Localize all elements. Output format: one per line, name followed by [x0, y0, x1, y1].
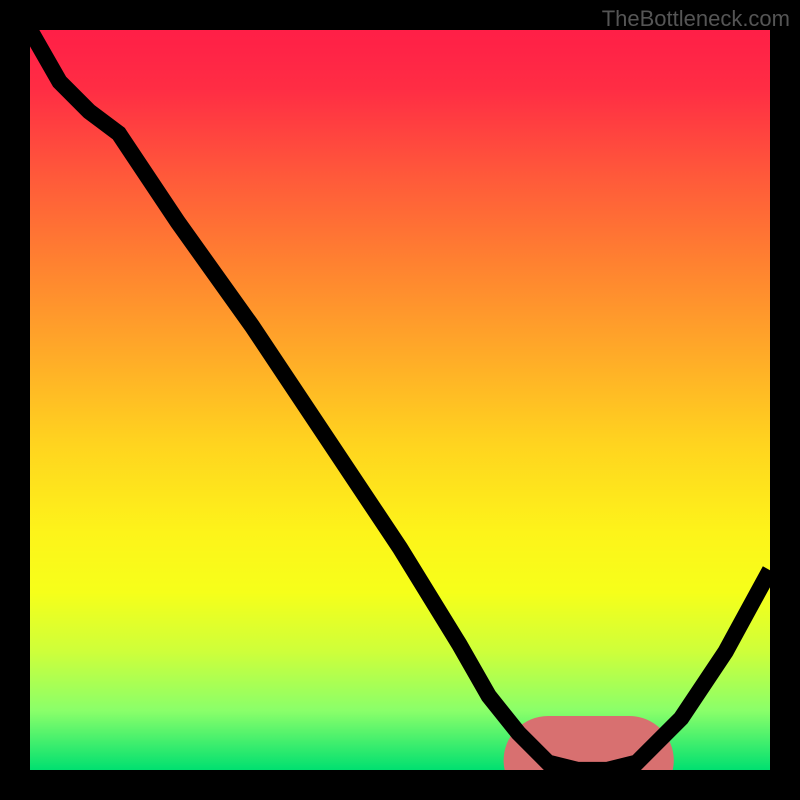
chart-svg: [30, 30, 770, 770]
bottleneck-curve: [30, 30, 770, 770]
watermark-text: TheBottleneck.com: [602, 6, 790, 32]
chart-plot-area: [30, 30, 770, 770]
